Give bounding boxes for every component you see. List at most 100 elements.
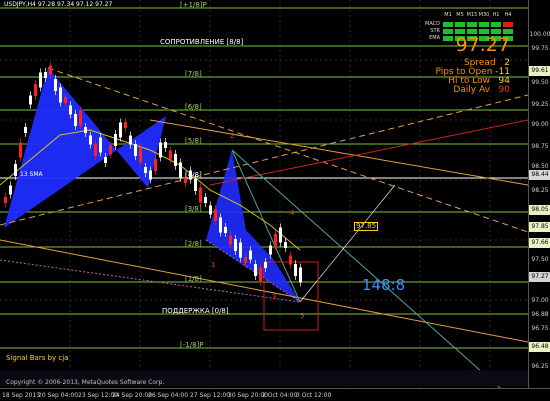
- candle-body: [159, 142, 162, 158]
- murray-level-4: [4/8]: [185, 171, 202, 179]
- murray-level-6: [6/8]: [185, 103, 202, 111]
- candle-body: [289, 255, 292, 265]
- candle-body: [74, 114, 77, 126]
- price-axis-label: 99.00: [531, 121, 549, 128]
- candle-body: [234, 239, 237, 251]
- price-axis-label: 99.61: [529, 66, 550, 76]
- candle-body: [104, 157, 107, 163]
- daily-label: Daily Av: [453, 85, 490, 95]
- indicator-led: [503, 22, 513, 27]
- murray-level-resistance: СОПРОТИВЛЕНИЕ [8/8]: [160, 38, 244, 46]
- candle-body: [259, 267, 262, 283]
- candle-body: [249, 250, 252, 260]
- candle-body: [94, 144, 97, 156]
- current-price: 97.27: [455, 34, 510, 56]
- candle-body: [239, 242, 242, 258]
- wave-point-3: 3: [272, 293, 277, 301]
- murray-level-5: [5/8]: [185, 137, 202, 145]
- candle-body: [204, 197, 207, 203]
- candle-body: [244, 257, 247, 263]
- candle-body: [264, 262, 267, 268]
- candle-body: [109, 145, 112, 155]
- chart-plot-area[interactable]: [+1/8]P СОПРОТИВЛЕНИЕ [8/8] [7/8] [6/8] …: [0, 0, 528, 388]
- indicator-led: [443, 22, 453, 27]
- wave-point-2: 2: [230, 132, 235, 140]
- price-axis-label: 98.25: [531, 187, 549, 194]
- price-axis-label: 96.88: [531, 311, 549, 318]
- candle-body: [224, 227, 227, 233]
- price-axis-label: 99.50: [531, 79, 549, 86]
- symbol-info: USDJPY,H4 97.28 97.34 97.12 97.27: [4, 1, 113, 8]
- candle-body: [294, 264, 297, 276]
- price-label-box: 97.85: [354, 222, 379, 231]
- murray-level-7: [7/8]: [185, 70, 202, 78]
- candle-body: [89, 135, 92, 145]
- candle-body: [269, 245, 272, 255]
- wave-point-4: 4: [290, 209, 295, 217]
- candle-body: [299, 267, 302, 283]
- time-axis[interactable]: 18 Sep 2013 20 Sep 04:00 23 Sep 12:00 24 Se…: [0, 388, 550, 401]
- price-axis-label: 100.00: [529, 31, 550, 38]
- candle-body: [229, 235, 232, 245]
- candle-body: [179, 162, 182, 178]
- time-axis-label: 18 Sep 2013: [2, 392, 41, 399]
- murray-level-2: [2/8]: [185, 240, 202, 248]
- indicator-led: [467, 22, 477, 27]
- candle-body: [274, 234, 277, 246]
- price-axis-label: 96.25: [531, 363, 549, 370]
- candle-body: [9, 185, 12, 195]
- chart-window[interactable]: [+1/8]P СОПРОТИВЛЕНИЕ [8/8] [7/8] [6/8] …: [0, 0, 550, 401]
- price-axis-label: 98.75: [531, 143, 549, 150]
- candle-body: [19, 142, 22, 158]
- time-axis-label: 20 Sep 04:00: [38, 392, 79, 399]
- indicator-led: [455, 22, 465, 27]
- price-axis-label: 98.44: [529, 170, 550, 180]
- murray-level-1: [1/8]: [185, 275, 202, 283]
- candle-body: [134, 144, 137, 156]
- candle-body: [139, 147, 142, 163]
- pattern-ratio: 148:8: [362, 276, 406, 294]
- candle-body: [39, 72, 42, 88]
- tf-h4: H4: [504, 12, 512, 18]
- time-axis-label: 24 Sep 20:00: [112, 392, 153, 399]
- candle-body: [279, 227, 282, 243]
- price-axis-label: 97.50: [531, 256, 549, 263]
- indicator-led: [479, 22, 489, 27]
- candle-body: [214, 209, 217, 221]
- price-axis-label: 98.05: [529, 205, 550, 215]
- candle-body: [99, 137, 102, 153]
- row-macd: MACD: [425, 21, 440, 27]
- candle-body: [144, 167, 147, 173]
- signal-bars-label: Signal Bars by cja: [6, 354, 69, 362]
- candle-body: [174, 154, 177, 166]
- price-axis-label: 99.75: [531, 45, 549, 52]
- time-axis-label: 27 Sep 12:00: [190, 392, 231, 399]
- candle-body: [149, 170, 152, 180]
- candle-body: [199, 187, 202, 203]
- candle-body: [254, 264, 257, 276]
- candle-body: [114, 134, 117, 146]
- price-axis-label: 96.75: [531, 325, 549, 332]
- candle-body: [169, 150, 172, 160]
- daily-value: 90: [498, 85, 510, 95]
- murray-level-support: ПОДДЕРЖКА [0/8]: [162, 307, 229, 315]
- wave-point-1: 1: [211, 261, 216, 269]
- time-axis-label: 26 Sep 04:00: [148, 392, 189, 399]
- candle-body: [29, 95, 32, 105]
- candle-body: [64, 97, 67, 103]
- candle-body: [124, 122, 127, 128]
- candle-body: [34, 84, 37, 96]
- time-axis-label: 2 Oct 04:00: [262, 392, 298, 399]
- candle-body: [284, 242, 287, 248]
- candle-body: [69, 105, 72, 115]
- price-axis-label: 99.25: [531, 101, 549, 108]
- candle-body: [164, 142, 167, 148]
- info-panel: 97.27 Spread 2 Pips to Open -11 Hi to Lo…: [420, 34, 520, 98]
- candle-body: [79, 110, 82, 126]
- candle-body: [154, 159, 157, 171]
- price-axis[interactable]: 100.00 99.75 99.61 99.50 99.25 99.00 98.75 98.5…: [528, 0, 550, 388]
- sma-label: 13 SMA: [20, 171, 43, 178]
- candle-body: [84, 127, 87, 133]
- info-rows: Spread 2 Pips to Open -11 Hi to Low 94 D…: [435, 59, 510, 95]
- candle-body: [54, 79, 57, 91]
